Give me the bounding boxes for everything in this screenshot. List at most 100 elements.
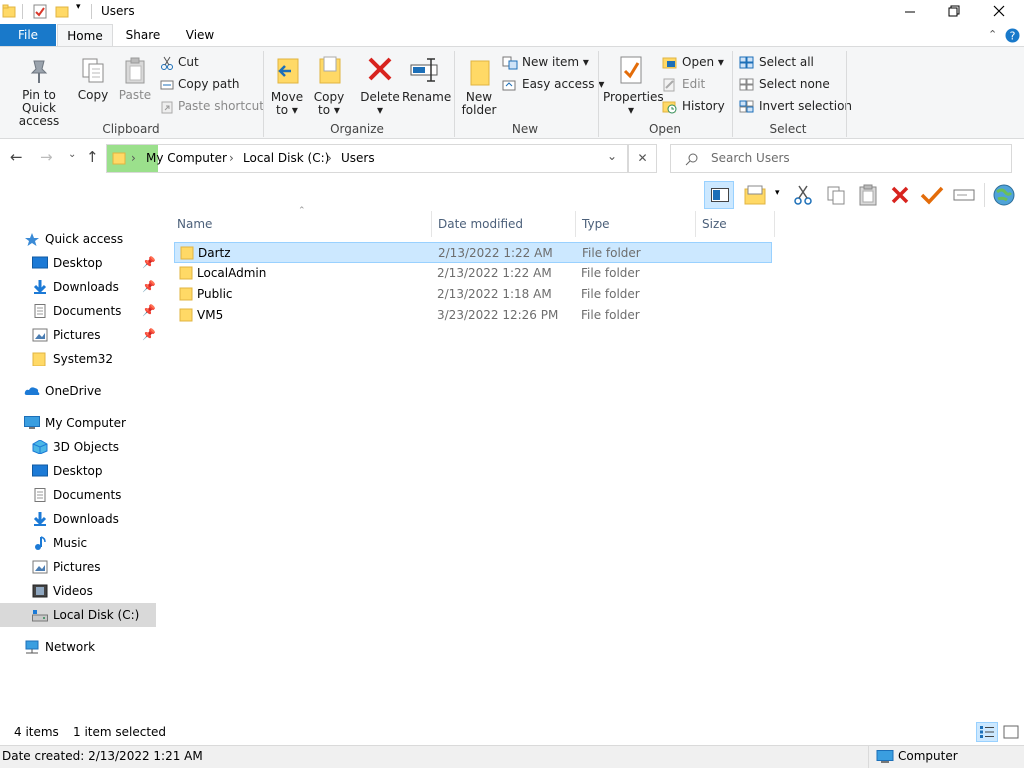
nav-music[interactable]: Music	[0, 531, 156, 555]
cube-icon	[32, 440, 48, 454]
tab-file[interactable]: File	[0, 24, 56, 46]
delete-icon[interactable]	[890, 185, 910, 205]
new-folder-button[interactable]: New folder	[460, 55, 498, 117]
tab-view[interactable]: View	[175, 24, 225, 46]
back-arrow-icon[interactable]: ←	[10, 148, 23, 166]
recent-locations-icon[interactable]: ⌄	[68, 149, 76, 160]
column-separator[interactable]	[774, 211, 775, 237]
search-box[interactable]: Search Users	[670, 144, 1012, 173]
paste-icon[interactable]	[858, 184, 878, 206]
tab-share[interactable]: Share	[118, 24, 168, 46]
pin-icon[interactable]: 📌	[142, 323, 156, 347]
up-arrow-icon[interactable]: ↑	[86, 148, 99, 166]
copy-to-button[interactable]: Copy to ▾	[312, 55, 346, 117]
history-icon	[662, 101, 677, 113]
breadcrumb-chevron-icon[interactable]: ›	[229, 151, 234, 165]
address-bar[interactable]: › My Computer › Local Disk (C:) › Users …	[106, 144, 628, 173]
copy-path-button[interactable]: Copy path	[160, 74, 240, 94]
pane-icon	[711, 188, 729, 202]
help-icon[interactable]: ?	[1005, 28, 1020, 43]
file-date: 3/23/2022 12:26 PM	[437, 308, 559, 322]
column-separator[interactable]	[575, 211, 576, 237]
column-separator[interactable]	[431, 211, 432, 237]
cloud-icon	[24, 387, 40, 395]
new-folder-label-2: folder	[461, 103, 497, 117]
paste-button[interactable]: Paste	[118, 57, 152, 102]
nav-qa-documents[interactable]: Documents 📌	[0, 299, 156, 323]
nav-downloads[interactable]: Downloads	[0, 507, 156, 531]
new-folder-icon[interactable]	[55, 4, 69, 18]
nav-3d-objects[interactable]: 3D Objects	[0, 435, 156, 459]
edit-button[interactable]: Edit	[662, 74, 705, 94]
nav-videos[interactable]: Videos	[0, 579, 156, 603]
move-to-button[interactable]: Move to ▾	[270, 55, 304, 117]
copy-button[interactable]: Copy	[76, 57, 110, 102]
column-header-type[interactable]: Type	[582, 211, 610, 237]
nav-qa-system32[interactable]: System32	[0, 347, 156, 371]
column-header-size[interactable]: Size	[702, 211, 727, 237]
rename-button[interactable]: Rename	[402, 55, 451, 104]
nav-quick-access[interactable]: Quick access	[0, 227, 156, 251]
customize-quick-access-icon[interactable]: ▾	[76, 2, 81, 12]
pin-icon[interactable]: 📌	[142, 275, 156, 299]
preview-pane-button[interactable]	[704, 181, 734, 209]
invert-selection-button[interactable]: Invert selection	[739, 96, 852, 116]
folder-icon[interactable]	[2, 4, 16, 18]
invert-selection-icon	[739, 100, 754, 112]
copy-icon[interactable]	[826, 185, 846, 205]
breadcrumb-chevron-icon[interactable]: ›	[327, 151, 332, 165]
nav-qa-pictures[interactable]: Pictures 📌	[0, 323, 156, 347]
properties-checkmark-icon[interactable]	[33, 4, 47, 19]
globe-icon[interactable]	[992, 184, 1016, 206]
properties-button[interactable]: Properties ▾	[603, 55, 664, 117]
address-dropdown-icon[interactable]: ⌄	[607, 149, 617, 163]
pin-icon[interactable]: 📌	[142, 299, 156, 323]
pin-icon[interactable]: 📌	[142, 251, 156, 275]
close-icon[interactable]	[992, 4, 1006, 18]
nav-pictures[interactable]: Pictures	[0, 555, 156, 579]
large-icons-view-icon[interactable]	[1003, 725, 1019, 739]
clear-address-icon[interactable]: ✕	[628, 144, 657, 173]
cut-icon[interactable]	[793, 185, 813, 205]
nav-onedrive[interactable]: OneDrive	[0, 379, 156, 403]
new-item-button[interactable]: New item ▾	[502, 52, 589, 72]
rename-icon[interactable]	[953, 187, 975, 203]
select-none-button[interactable]: Select none	[739, 74, 830, 94]
address-row: ← → ⌄ ↑ › My Computer › Local Disk (C:) …	[0, 139, 1024, 179]
column-header-date-modified[interactable]: Date modified	[438, 211, 523, 237]
layout-folder-icon[interactable]	[744, 185, 768, 205]
nav-my-computer[interactable]: My Computer	[0, 411, 156, 435]
tab-home[interactable]: Home	[57, 24, 113, 47]
open-button[interactable]: Open ▾	[662, 52, 724, 72]
breadcrumb-chevron-icon[interactable]: ›	[131, 151, 136, 165]
table-row[interactable]: Public 2/13/2022 1:18 AM File folder	[174, 284, 772, 305]
column-separator[interactable]	[695, 211, 696, 237]
minimize-icon[interactable]	[903, 5, 917, 19]
column-header-name[interactable]: Name	[177, 211, 212, 237]
select-all-button[interactable]: Select all	[739, 52, 814, 72]
nav-qa-downloads[interactable]: Downloads 📌	[0, 275, 156, 299]
forward-arrow-icon[interactable]: →	[40, 148, 53, 166]
history-button[interactable]: History	[662, 96, 725, 116]
nav-documents[interactable]: Documents	[0, 483, 156, 507]
cut-button[interactable]: Cut	[160, 52, 199, 72]
table-row[interactable]: Dartz 2/13/2022 1:22 AM File folder	[174, 242, 772, 263]
restore-icon[interactable]	[947, 4, 961, 18]
table-row[interactable]: LocalAdmin 2/13/2022 1:22 AM File folder	[174, 263, 772, 284]
breadcrumb-my-computer[interactable]: My Computer	[146, 151, 227, 165]
delete-button[interactable]: Delete ▾	[360, 55, 400, 117]
table-row[interactable]: VM5 3/23/2022 12:26 PM File folder	[174, 305, 772, 326]
easy-access-button[interactable]: Easy access ▾	[502, 74, 604, 94]
nav-desktop[interactable]: Desktop	[0, 459, 156, 483]
breadcrumb-local-disk[interactable]: Local Disk (C:)	[243, 151, 329, 165]
details-view-button[interactable]	[976, 722, 998, 742]
pin-to-quick-access-button[interactable]: Pin to Quick access	[4, 57, 74, 128]
collapse-ribbon-icon[interactable]: ⌃	[988, 28, 997, 41]
nav-local-disk[interactable]: Local Disk (C:)	[0, 603, 156, 627]
properties-checkmark-icon[interactable]	[920, 185, 944, 205]
nav-qa-desktop[interactable]: Desktop 📌	[0, 251, 156, 275]
paste-shortcut-button[interactable]: Paste shortcut	[160, 96, 264, 116]
nav-network[interactable]: Network	[0, 635, 156, 659]
breadcrumb-users[interactable]: Users	[341, 151, 375, 165]
layout-dropdown-icon[interactable]: ▾	[775, 188, 780, 198]
